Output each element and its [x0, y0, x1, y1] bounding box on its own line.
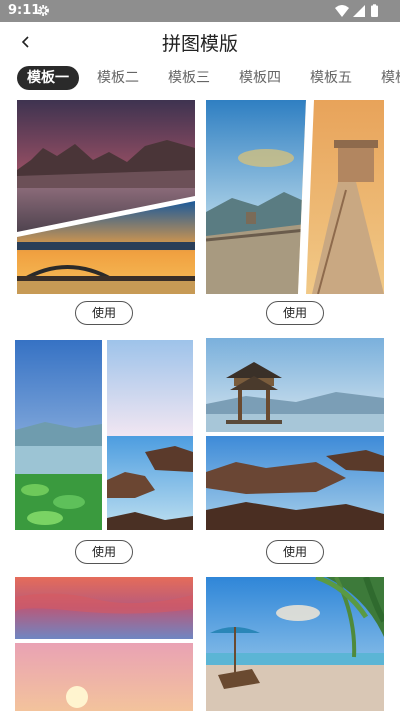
use-template-2-button[interactable]: 使用: [266, 301, 324, 325]
title-bar: 拼图模版: [0, 22, 400, 62]
status-bar: 9:11: [0, 0, 400, 22]
tab-template-6[interactable]: 模板: [381, 66, 400, 90]
template-thumbnail-6: [206, 577, 384, 711]
status-icons: [335, 4, 378, 17]
battery-icon: [371, 5, 378, 17]
template-thumbnail-3: [15, 340, 193, 530]
tab-template-4[interactable]: 模板四: [239, 66, 281, 90]
signal-icon: [353, 5, 365, 17]
template-card-3[interactable]: [15, 340, 193, 534]
template-card-6[interactable]: [206, 577, 384, 711]
status-time: 9:11: [8, 3, 41, 18]
tab-template-2[interactable]: 模板二: [97, 66, 139, 90]
tab-template-1[interactable]: 模板一: [17, 66, 79, 90]
use-template-1-button[interactable]: 使用: [75, 301, 133, 325]
template-tab-bar: 模板一 模板二 模板三 模板四 模板五 模板: [0, 64, 400, 94]
use-template-3-button[interactable]: 使用: [75, 540, 133, 564]
template-thumbnail-2: [206, 100, 384, 294]
wifi-icon: [335, 5, 349, 17]
gear-icon: [38, 5, 49, 16]
template-card-2[interactable]: [206, 100, 384, 294]
tab-template-5[interactable]: 模板五: [310, 66, 352, 90]
template-card-1[interactable]: [17, 100, 195, 294]
template-thumbnail-1: [17, 100, 195, 294]
tab-template-3[interactable]: 模板三: [168, 66, 210, 90]
use-template-4-button[interactable]: 使用: [266, 540, 324, 564]
template-thumbnail-4: [206, 338, 384, 530]
template-grid: 使用 使用 使用 使用: [0, 98, 400, 711]
template-card-4[interactable]: [206, 338, 384, 532]
template-thumbnail-5: [15, 577, 193, 711]
page-title: 拼图模版: [161, 33, 238, 55]
template-card-5[interactable]: [15, 577, 193, 711]
